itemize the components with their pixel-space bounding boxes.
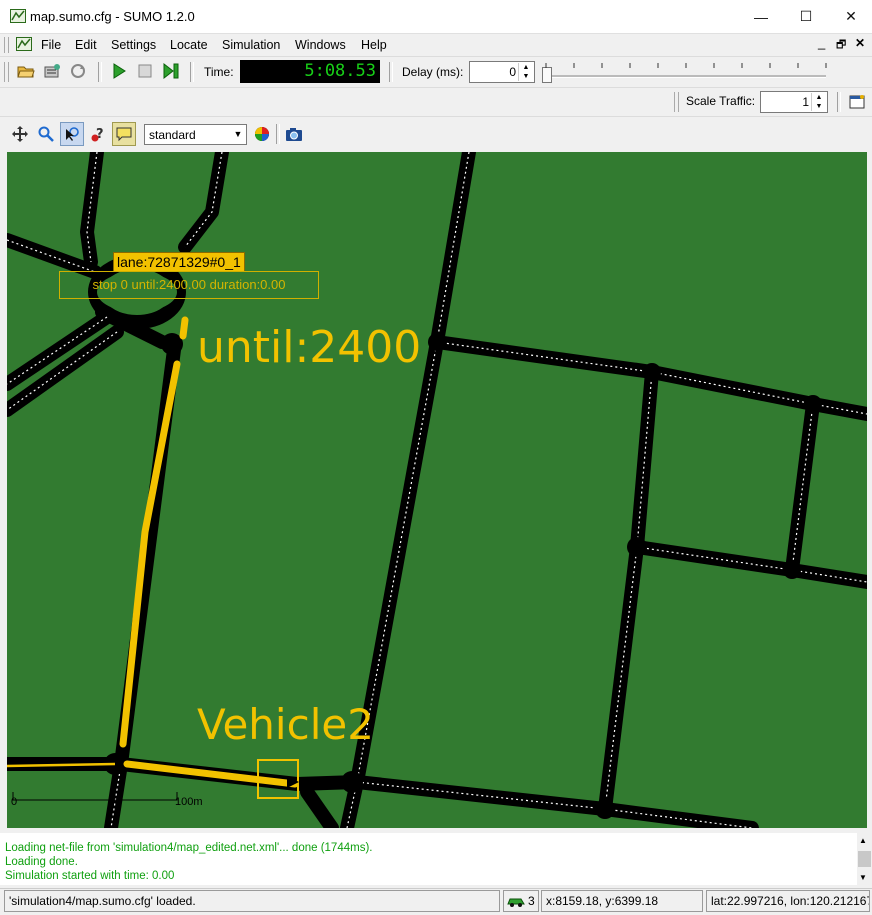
- view-toolbar: ? standard ▼: [0, 118, 872, 150]
- scale-traffic-label: Scale Traffic:: [686, 94, 756, 108]
- magnifier-icon: [38, 126, 54, 142]
- until-annotation: until:2400: [197, 322, 422, 373]
- window-icon: [849, 95, 865, 109]
- log-scrollbar[interactable]: ▲ ▼: [857, 833, 872, 885]
- reload-icon: [71, 64, 85, 78]
- toolbar-grip: [4, 62, 9, 82]
- scale-traffic-spinner[interactable]: 1 ▲ ▼: [760, 91, 828, 113]
- mdi-minimize-button[interactable]: _: [818, 35, 825, 50]
- close-button[interactable]: ✕: [828, 0, 872, 33]
- screenshot-button[interactable]: [283, 123, 305, 145]
- log-line: Simulation started with time: 0.00: [5, 870, 175, 882]
- scale-traffic-value: 1: [802, 95, 809, 109]
- move-arrows-icon: [12, 126, 28, 142]
- log-line: Loading net-file from 'simulation4/map_e…: [5, 842, 373, 854]
- traffic-toolbar: Scale Traffic: 1 ▲ ▼: [0, 88, 872, 117]
- question-pointer-icon: ?: [91, 127, 104, 142]
- menu-simulation[interactable]: Simulation: [222, 38, 280, 52]
- new-window-button[interactable]: [846, 91, 868, 113]
- minimize-button[interactable]: —: [738, 0, 784, 33]
- mdi-restore-button[interactable]: 🗗: [836, 36, 846, 55]
- separator: [98, 62, 102, 82]
- time-display: 5:08.53: [240, 60, 380, 83]
- scale-start-label: 0: [11, 796, 18, 808]
- spin-arrows-icon[interactable]: ▲ ▼: [811, 93, 826, 111]
- app-menu-icon[interactable]: [16, 37, 32, 51]
- main-toolbar: Time: 5:08.53 Delay (ms): 0 ▲ ▼: [0, 57, 872, 88]
- message-log[interactable]: Loading net-file from 'simulation4/map_e…: [0, 833, 857, 885]
- delay-spinner[interactable]: 0 ▲ ▼: [469, 61, 535, 83]
- car-icon: [507, 898, 525, 907]
- status-message: 'simulation4/map.sumo.cfg' loaded.: [4, 890, 500, 912]
- vehicle-annotation: Vehicle2: [197, 700, 374, 749]
- toolbar-grip: [4, 37, 9, 53]
- separator: [190, 62, 194, 82]
- reload-button[interactable]: [67, 60, 89, 82]
- stop-button[interactable]: [134, 60, 156, 82]
- cursor-coords: x:8159.18, y:6399.18: [541, 890, 703, 912]
- scale-bar: [12, 792, 178, 801]
- recenter-button[interactable]: [9, 123, 31, 145]
- play-icon: [113, 63, 126, 79]
- delay-value: 0: [509, 65, 516, 79]
- maximize-button[interactable]: ☐: [783, 0, 829, 33]
- run-button[interactable]: [108, 60, 130, 82]
- window-title: map.sumo.cfg - SUMO 1.2.0: [30, 9, 195, 24]
- reload-config-button[interactable]: [41, 60, 63, 82]
- slider-track: [546, 75, 826, 78]
- menu-locate[interactable]: Locate: [170, 38, 208, 52]
- scroll-down-icon[interactable]: ▼: [859, 873, 867, 882]
- separator: [276, 124, 280, 144]
- menu-settings[interactable]: Settings: [111, 38, 156, 52]
- log-line: Loading done.: [5, 856, 78, 868]
- scheme-select[interactable]: standard ▼: [144, 124, 247, 145]
- separator: [389, 62, 393, 82]
- stop-icon: [138, 64, 152, 78]
- locate-junction-button[interactable]: [60, 122, 84, 146]
- network-icon: [44, 64, 60, 78]
- menu-help[interactable]: Help: [361, 38, 387, 52]
- delay-label: Delay (ms):: [402, 65, 464, 79]
- menu-edit[interactable]: Edit: [75, 38, 97, 52]
- toolbar-grip: [674, 92, 679, 112]
- tooltips-button[interactable]: [112, 122, 136, 146]
- step-button[interactable]: [160, 60, 182, 82]
- vehicle-count-field: 3: [503, 890, 539, 912]
- menu-file[interactable]: File: [41, 38, 61, 52]
- minimize-icon: —: [754, 8, 768, 25]
- delay-slider[interactable]: [540, 61, 830, 83]
- close-icon: ✕: [845, 8, 857, 24]
- step-icon: [163, 63, 179, 79]
- lane-tooltip: lane:72871329#0_1: [113, 252, 245, 272]
- title-bar: map.sumo.cfg - SUMO 1.2.0 — ☐ ✕: [0, 0, 872, 34]
- open-button[interactable]: [15, 60, 37, 82]
- scroll-thumb[interactable]: [858, 851, 871, 867]
- speech-bubble-icon: [116, 127, 132, 142]
- menu-windows[interactable]: Windows: [295, 38, 346, 52]
- vehicle-count: 3: [528, 894, 535, 908]
- query-button[interactable]: ?: [87, 123, 109, 145]
- edit-colors-button[interactable]: [251, 123, 273, 145]
- cursor-geo: lat:22.997216, lon:120.212167: [706, 890, 870, 912]
- status-bar: 'simulation4/map.sumo.cfg' loaded. 3 x:8…: [0, 888, 872, 915]
- scroll-up-icon[interactable]: ▲: [859, 836, 867, 845]
- mdi-close-button[interactable]: ✕: [855, 36, 865, 50]
- folder-open-icon: [17, 66, 35, 78]
- maximize-icon: ☐: [799, 8, 813, 24]
- cursor-select-icon: [66, 127, 79, 141]
- color-wheel-icon: [255, 127, 269, 141]
- app-icon: [10, 9, 26, 23]
- scale-end-label: 100m: [175, 796, 203, 808]
- camera-icon: [286, 128, 302, 141]
- separator: [837, 92, 841, 112]
- spin-arrows-icon[interactable]: ▲ ▼: [518, 63, 533, 81]
- scheme-value: standard: [149, 128, 196, 142]
- chevron-down-icon: ▼: [233, 129, 243, 139]
- slider-ticks: [545, 63, 827, 68]
- time-label: Time:: [204, 65, 234, 79]
- zoom-button[interactable]: [35, 123, 57, 145]
- map-canvas[interactable]: lane:72871329#0_1 stop 0 until:2400.00 d…: [7, 152, 867, 828]
- menu-bar: File Edit Settings Locate Simulation Win…: [0, 34, 872, 57]
- stop-info: stop 0 until:2400.00 duration:0.00: [59, 271, 319, 299]
